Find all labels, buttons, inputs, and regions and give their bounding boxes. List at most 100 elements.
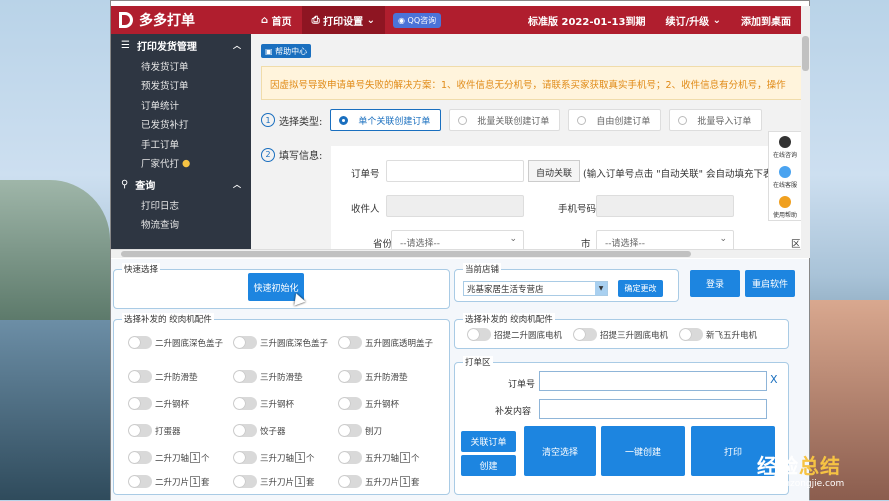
receiver-input[interactable] [386, 195, 524, 217]
clear-x-button[interactable]: X [770, 373, 778, 386]
reissue-content-input[interactable] [539, 399, 767, 419]
phone-input[interactable] [596, 195, 734, 217]
toggle-switch[interactable] [233, 451, 257, 464]
toggle-switch[interactable] [338, 397, 362, 410]
toggle-switch[interactable] [128, 451, 152, 464]
clear-selection-button[interactable]: 清空选择 [524, 426, 596, 476]
toggle-switch[interactable] [128, 370, 152, 383]
toggle-switch[interactable] [233, 370, 257, 383]
toggle-switch[interactable] [573, 328, 597, 341]
city-select[interactable]: --请选择-- ⌄ [596, 230, 734, 249]
renew-upgrade-menu[interactable]: 续订/升级 ⌄ [655, 6, 731, 34]
sidebar-item-print-log[interactable]: 打印日志 [111, 195, 251, 215]
qty-input[interactable]: 1 [400, 476, 411, 487]
online-service-button[interactable]: 在线客服 [769, 162, 801, 192]
restart-button[interactable]: 重启软件 [745, 270, 795, 297]
part-toggle[interactable]: 二升刀轴 1 个 [128, 451, 210, 464]
sidebar-item-stats[interactable]: 订单统计 [111, 95, 251, 115]
print-order-no-input[interactable] [539, 371, 767, 391]
toggle-switch[interactable] [467, 328, 491, 341]
group-title: 快速选择 [122, 263, 161, 275]
toggle-switch[interactable] [233, 397, 257, 410]
store-select[interactable]: 兆基家居生活专营店 ▼ [463, 281, 608, 296]
create-button[interactable]: 创建 [461, 455, 516, 476]
unit-label: 个 [201, 453, 210, 464]
scroll-thumb[interactable] [802, 36, 809, 71]
toggle-switch[interactable] [338, 370, 362, 383]
type-free-create[interactable]: 自由创建订单 [568, 109, 662, 131]
confirm-change-button[interactable]: 确定更改 [618, 280, 663, 297]
toggle-switch[interactable] [679, 328, 703, 341]
qty-input[interactable]: 1 [295, 476, 306, 487]
toggle-switch[interactable] [128, 336, 152, 349]
part-label: 二升钢杯 [155, 399, 190, 410]
link-order-button[interactable]: 关联订单 [461, 431, 516, 452]
part-toggle[interactable]: 二升刀片 1 套 [128, 475, 210, 488]
part-toggle[interactable]: 五升刀轴 1 个 [338, 451, 420, 464]
home-icon: ⌂ [261, 14, 272, 26]
qty-input[interactable]: 1 [190, 476, 201, 487]
part-toggle[interactable]: 饺子器 [233, 424, 286, 437]
motor-toggle[interactable]: 招提二升圆底电机 [467, 328, 562, 341]
toggle-switch[interactable] [128, 397, 152, 410]
horizontal-scrollbar[interactable] [111, 249, 801, 258]
province-select[interactable]: --请选择-- ⌄ [391, 230, 524, 249]
part-toggle[interactable]: 二升钢杯 [128, 397, 189, 410]
sidebar-item-pre-ship[interactable]: 预发货订单 [111, 76, 251, 96]
part-toggle[interactable]: 五升刀片 1 套 [338, 475, 420, 488]
part-toggle[interactable]: 打蛋器 [128, 424, 181, 437]
toggle-switch[interactable] [338, 424, 362, 437]
toggle-switch[interactable] [128, 424, 152, 437]
sidebar-item-logistics[interactable]: 物流查询 [111, 215, 251, 235]
qq-consult-button[interactable]: ◉ QQ咨询 [393, 12, 442, 28]
scroll-thumb[interactable] [121, 251, 691, 257]
part-toggle[interactable]: 二升防滑垫 [128, 370, 198, 383]
toggle-switch[interactable] [233, 475, 257, 488]
motor-toggle[interactable]: 新飞五升电机 [679, 328, 757, 341]
one-click-create-button[interactable]: 一键创建 [601, 426, 685, 476]
sidebar-item-manual[interactable]: 手工订单 [111, 134, 251, 154]
sidebar-item-reprint[interactable]: 已发货补打 [111, 115, 251, 135]
app-window: 多多打单 ⌂ 首页 ⎙ 打印设置 ⌄ ◉ QQ咨询 标准版 2022-01-13… [110, 0, 810, 501]
part-toggle[interactable]: 五升防滑垫 [338, 370, 408, 383]
vertical-scrollbar[interactable] [801, 6, 810, 258]
type-single-link[interactable]: 单个关联创建订单 [330, 109, 442, 131]
part-toggle[interactable]: 三升圆底深色盖子 [233, 336, 328, 349]
toggle-switch[interactable] [338, 336, 362, 349]
toggle-switch[interactable] [338, 475, 362, 488]
motor-toggle[interactable]: 招提三升圆底电机 [573, 328, 668, 341]
sidebar-item-vendor[interactable]: 厂家代打 ● [111, 154, 251, 174]
part-toggle[interactable]: 三升刀片 1 套 [233, 475, 315, 488]
part-toggle[interactable]: 五升钢杯 [338, 397, 399, 410]
toggle-switch[interactable] [233, 336, 257, 349]
sidebar-group-query[interactable]: ⚲ 查询 ︿ [111, 173, 251, 195]
login-button[interactable]: 登录 [690, 270, 740, 297]
toggle-switch[interactable] [233, 424, 257, 437]
part-toggle[interactable]: 五升圆底透明盖子 [338, 336, 433, 349]
phone-label: 手机号码 [558, 204, 597, 215]
order-no-input[interactable] [386, 160, 524, 182]
part-toggle[interactable]: 三升防滑垫 [233, 370, 303, 383]
online-consult-button[interactable]: 在线咨询 [769, 132, 801, 162]
part-toggle[interactable]: 刨刀 [338, 424, 382, 437]
toggle-switch[interactable] [338, 451, 362, 464]
part-toggle[interactable]: 三升刀轴 1 个 [233, 451, 315, 464]
part-toggle[interactable]: 三升钢杯 [233, 397, 294, 410]
help-center-button[interactable]: ▣ 帮助中心 [261, 44, 312, 58]
auto-link-button[interactable]: 自动关联 [528, 160, 581, 182]
qty-input[interactable]: 1 [190, 452, 201, 463]
type-batch-link[interactable]: 批量关联创建订单 [449, 109, 561, 131]
usage-help-button[interactable]: 使用帮助 [769, 192, 801, 222]
qty-input[interactable]: 1 [295, 452, 306, 463]
qty-input[interactable]: 1 [400, 452, 411, 463]
receiver-label: 收件人 [351, 204, 380, 215]
type-batch-import[interactable]: 批量导入订单 [669, 109, 763, 131]
sidebar-group-print-ship[interactable]: ☰ 打印发货管理 ︿ [111, 34, 251, 56]
sidebar-item-pending[interactable]: 待发货订单 [111, 56, 251, 76]
part-toggle[interactable]: 二升圆底深色盖子 [128, 336, 223, 349]
app-logo[interactable]: 多多打单 [111, 6, 251, 34]
nav-print-settings[interactable]: ⎙ 打印设置 ⌄ [301, 6, 385, 34]
add-to-desktop-link[interactable]: 添加到桌面 [731, 6, 801, 34]
nav-home[interactable]: ⌂ 首页 [251, 6, 302, 34]
toggle-switch[interactable] [128, 475, 152, 488]
